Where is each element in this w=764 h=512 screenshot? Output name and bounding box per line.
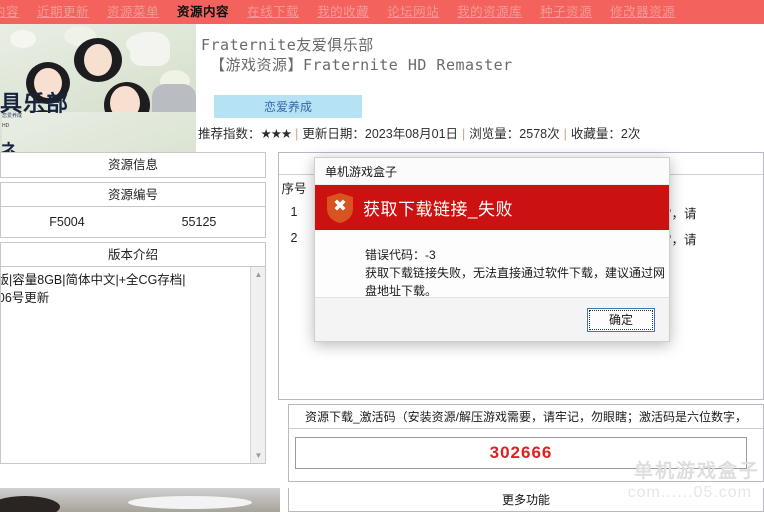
cover-kanji-line2: ネ [0, 141, 17, 152]
scroll-down-icon[interactable]: ▼ [251, 448, 265, 463]
nav-item-my-favorites[interactable]: 我的收藏 [308, 0, 378, 24]
version-info-box: 版本介绍 翻汉化版|容量8GB|简体中文|+全CG存档| 年08月06号更新 ▲… [0, 242, 266, 464]
row-index: 2 [290, 231, 298, 245]
cover-kanji-line1: 具乐部 [0, 91, 70, 117]
resource-id-title: 资源编号 [1, 183, 265, 207]
nav-item-recent-updates[interactable]: 近期更新 [28, 0, 98, 24]
resource-info-title: 资源信息 [107, 158, 158, 172]
meta-separator-1: | [295, 127, 299, 141]
rating-label: 推荐指数： [198, 127, 261, 141]
dialog-message-line-1: 获取下载链接失败，无法直接通过软件下载，建议通过网 [365, 266, 666, 280]
activation-code-value: 302666 [489, 443, 553, 462]
cover-sub-1: 恋爱养成 [2, 112, 196, 152]
dialog-body: 错误代码：-3 获取下载链接失败，无法直接通过软件下载，建议通过网 盘地址下载。 [315, 230, 669, 298]
favorites-value: 2次 [620, 127, 641, 141]
resource-id-box: 资源编号 F5004 55125 [0, 182, 266, 238]
app-window: 内容 近期更新 资源菜单 资源内容 在线下载 我的收藏 论坛网站 我的资源库 种… [0, 0, 764, 512]
resource-id-value-1: F5004 [49, 215, 85, 229]
activation-code-panel: 资源下载_激活码（安装资源/解压游戏需要，请牢记，勿眼瞎；激活码是六位数字， 3… [288, 404, 764, 482]
nav-item-0[interactable]: 内容 [0, 0, 28, 24]
dialog-titlebar: 单机游戏盒子 [315, 158, 669, 185]
meta-separator-2: | [462, 127, 466, 141]
game-cover-image: 恋爱养成 HD 具乐部 ネ [0, 24, 196, 152]
resource-id-row: F5004 55125 [1, 207, 265, 237]
version-info-body: 翻汉化版|容量8GB|简体中文|+全CG存档| 年08月06号更新 ▲ ▼ [1, 267, 265, 463]
version-scrollbar[interactable]: ▲ ▼ [250, 267, 265, 463]
top-navbar: 内容 近期更新 资源菜单 资源内容 在线下载 我的收藏 论坛网站 我的资源库 种… [0, 0, 764, 24]
hero-section: Fraternite友爱俱乐部 【游戏资源】Fraternite HD Rema… [196, 24, 764, 152]
resource-info-header-box: 资源信息 [0, 152, 266, 178]
more-functions-bar[interactable]: 更多功能 [288, 488, 764, 512]
genre-tag[interactable]: 恋爱养成 [214, 95, 362, 118]
version-line-2: 年08月06号更新 [1, 291, 50, 305]
update-date-value: 2023年08月01日 [364, 127, 459, 141]
activation-code-field[interactable]: 302666 [295, 437, 747, 469]
ok-button[interactable]: 确定 [587, 307, 655, 332]
error-shield-icon [325, 192, 355, 224]
dialog-error-code: 错误代码：-3 [365, 248, 436, 262]
nav-item-trainer-resources[interactable]: 修改器资源 [601, 0, 684, 24]
update-date-label: 更新日期： [302, 127, 365, 141]
scroll-up-icon[interactable]: ▲ [251, 267, 265, 282]
meta-separator-3: | [563, 127, 567, 141]
dialog-banner: 获取下载链接_失败 [315, 185, 669, 230]
nav-item-resource-content[interactable]: 资源内容 [168, 0, 238, 24]
column-header-index: 序号 [281, 181, 307, 196]
dialog-heading: 获取下载链接_失败 [363, 200, 513, 219]
dialog-footer: 确定 [315, 297, 669, 341]
more-functions-label: 更多功能 [501, 493, 550, 507]
dialog-window-title: 单机游戏盒子 [325, 164, 398, 179]
resource-info-panel: 资源信息 资源编号 F5004 55125 版本介绍 翻汉化版|容量8GB|简体… [0, 152, 266, 482]
views-label: 浏览量： [469, 127, 520, 141]
nav-item-forum[interactable]: 论坛网站 [378, 0, 448, 24]
resource-id-value-2: 55125 [181, 215, 217, 229]
views-value: 2578次 [519, 127, 560, 141]
page-title: Fraternite友爱俱乐部 [201, 36, 374, 54]
rating-stars: ★★★ [260, 127, 293, 141]
error-dialog: 单机游戏盒子 获取下载链接_失败 错误代码：-3 获取下载链接失败，无法直接通过… [314, 157, 670, 342]
cover-sub-2: HD [2, 123, 10, 129]
nav-item-my-library[interactable]: 我的资源库 [448, 0, 531, 24]
row-index: 1 [290, 205, 298, 219]
page-subtitle: 【游戏资源】Fraternite HD Remaster [210, 56, 513, 74]
meta-info-line: 推荐指数：★★★ | 更新日期：2023年08月01日 | 浏览量：2578次 | 收藏量：… [198, 123, 640, 142]
nav-item-resource-menu[interactable]: 资源菜单 [98, 0, 168, 24]
version-line-1: 翻汉化版|容量8GB|简体中文|+全CG存档| [1, 273, 186, 287]
favorites-label: 收藏量： [570, 127, 621, 141]
version-info-title: 版本介绍 [1, 243, 265, 267]
bottom-preview-image [0, 488, 280, 512]
nav-item-online-download[interactable]: 在线下载 [238, 0, 308, 24]
activation-code-label: 资源下载_激活码（安装资源/解压游戏需要，请牢记，勿眼瞎；激活码是六位数字， [289, 405, 763, 429]
nav-item-torrent-resources[interactable]: 种子资源 [531, 0, 601, 24]
